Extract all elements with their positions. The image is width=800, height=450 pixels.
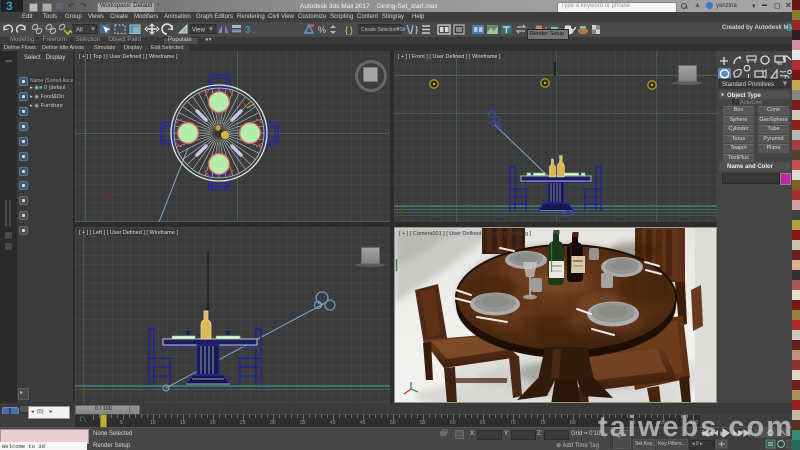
svg-text:,: ,: [253, 28, 255, 35]
svg-text:All: All: [76, 28, 83, 34]
svg-text:View: View: [192, 28, 206, 34]
svg-text:{ }: { }: [345, 25, 353, 35]
svg-text:%: %: [318, 25, 326, 35]
svg-text:Object Type: Object Type: [727, 93, 762, 99]
svg-text:3: 3: [245, 25, 251, 36]
svg-text:Standard Primitives: Standard Primitives: [722, 82, 774, 88]
